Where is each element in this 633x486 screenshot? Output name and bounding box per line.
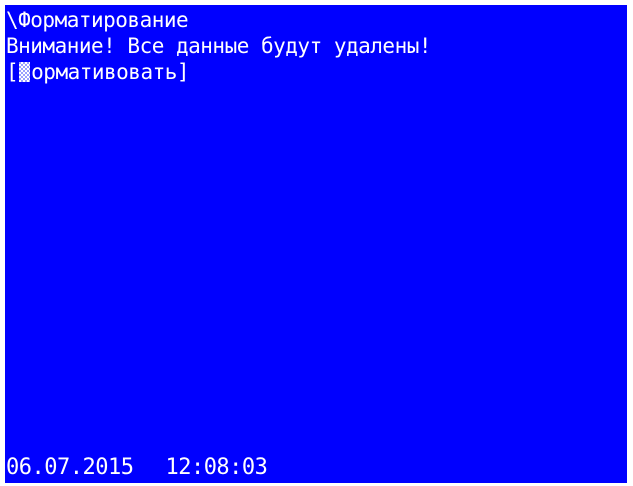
menu-path: \Форматирование [6,8,189,32]
device-screen: \Форматирование Внимание! Все данные буд… [5,5,627,483]
status-bar: 06.07.2015 12:08:03 [6,455,268,480]
warning-message: Внимание! Все данные будут удалены! [6,34,432,58]
status-time: 12:08:03 [165,455,268,480]
format-menu-item[interactable]: [ ормативовать] [6,60,190,85]
status-date: 06.07.2015 [6,455,134,480]
format-menu-label: ормативовать [31,60,177,84]
selection-cursor-icon [19,62,31,82]
bracket-close: ] [176,60,190,84]
bracket-open: [ [6,60,19,84]
